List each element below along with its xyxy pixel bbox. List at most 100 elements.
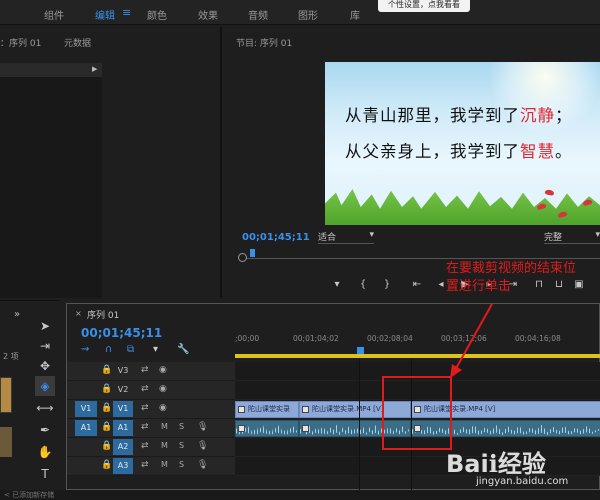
lock-icon[interactable]: 🔒 <box>101 441 112 451</box>
source-patch-a1[interactable]: A1 <box>75 420 97 436</box>
nest-icon[interactable]: ⇝ <box>81 344 89 355</box>
playhead-line[interactable] <box>359 359 360 491</box>
track-header: 🔒 V2 ⇄ ◉ <box>67 381 235 400</box>
video-clip[interactable]: 陀山课堂实录 <box>235 401 299 418</box>
workspace-tab-color[interactable]: 颜色 <box>147 7 167 22</box>
tab-metadata[interactable]: 元数据 <box>64 36 91 49</box>
timeline-timecode[interactable]: 00;01;45;11 <box>81 326 162 340</box>
track-select-icon[interactable]: ⇥ <box>35 336 55 356</box>
fx-badge-icon <box>238 406 245 413</box>
mute-button[interactable]: M <box>161 422 168 431</box>
ripple-edit-icon[interactable]: ✥ <box>35 356 55 376</box>
sync-lock-icon[interactable]: ⇄ <box>141 441 149 451</box>
track-name[interactable]: V1 <box>113 401 133 417</box>
mute-button[interactable]: M <box>161 460 168 469</box>
workspace-tab-effects[interactable]: 效果 <box>198 7 218 22</box>
track-name[interactable]: A3 <box>113 458 133 474</box>
track-name[interactable]: V3 <box>113 363 133 379</box>
add-marker-icon[interactable]: ▾ <box>153 344 158 355</box>
lock-icon[interactable]: 🔒 <box>101 384 112 394</box>
add-marker-icon[interactable]: ▾ <box>328 279 346 290</box>
sync-lock-icon[interactable]: ⇄ <box>141 384 149 394</box>
fx-badge-icon <box>302 425 309 432</box>
hand-tool-icon[interactable]: ✋ <box>35 442 55 462</box>
mute-button[interactable]: M <box>161 441 168 450</box>
annotation-arrow <box>450 303 493 378</box>
workspace-bar: 组件 编辑 ≡ 颜色 效果 音频 图形 库 个性设置，点我看看 <box>0 0 600 25</box>
playhead-marker[interactable] <box>250 249 255 257</box>
timeline-toolbar: ⇝ ∩ ⧉ ▾ 🔧 <box>81 344 201 358</box>
solo-button[interactable]: S <box>179 422 184 431</box>
annotation-text: 在要裁剪视频的结束位置进行单击 <box>446 261 577 294</box>
hamburger-icon[interactable]: ≡ <box>122 6 131 19</box>
sync-lock-icon[interactable]: ⇄ <box>141 365 149 375</box>
program-monitor-title[interactable]: 节目: 序列 01 <box>236 36 292 49</box>
watermark-url: jingyan.baidu.com <box>476 476 569 487</box>
clip-thumbnail[interactable] <box>0 427 12 457</box>
workspace-tab-audio[interactable]: 音频 <box>248 7 268 22</box>
video-frame: 从青山那里，我学到了沉静； 从父亲身上，我学到了智慧。 <box>325 62 600 225</box>
track-a1: A1 🔒 A1 ⇄ M S 🎙 <box>67 419 600 438</box>
tab-sequence[interactable]: 序列 01 <box>87 308 119 321</box>
mark-out-icon[interactable]: } <box>378 279 396 290</box>
sync-lock-icon[interactable]: ⇄ <box>141 422 149 432</box>
mark-in-icon[interactable]: { <box>354 279 372 290</box>
video-text-line-1: 从青山那里，我学到了沉静； <box>345 106 573 125</box>
resolution-dropdown[interactable]: 完整 ▾ <box>544 230 600 244</box>
program-timecode[interactable]: 00;01;45;11 <box>242 232 310 243</box>
clip-thumbnail[interactable] <box>0 377 12 413</box>
collapse-panels-icon[interactable]: » <box>14 309 20 320</box>
pen-tool-icon[interactable]: ✒ <box>35 420 55 440</box>
sync-lock-icon[interactable]: ⇄ <box>141 403 149 413</box>
audio-clip[interactable] <box>235 420 299 437</box>
selection-tool-icon[interactable]: ➤ <box>35 316 55 336</box>
source-header-bar <box>0 63 102 77</box>
workspace-tab-assembly[interactable]: 组件 <box>44 7 64 22</box>
time-ruler[interactable]: ;00;00 00;01;04;02 00;02;08;04 00;03;12;… <box>235 334 600 362</box>
playhead-marker[interactable] <box>357 347 364 354</box>
razor-tool-icon[interactable]: ◈ <box>35 376 55 396</box>
source-panel: ：序列 01 元数据 ▶ <box>0 27 222 298</box>
eye-icon[interactable]: ◉ <box>159 384 167 394</box>
chevron-right-icon[interactable]: ▶ <box>92 65 97 73</box>
ruler-tick: 00;01;04;02 <box>293 334 339 343</box>
annotation-highlight-box <box>382 376 452 450</box>
lock-icon[interactable]: 🔒 <box>101 365 112 375</box>
track-header: 🔒 V3 ⇄ ◉ <box>67 362 235 381</box>
track-name[interactable]: V2 <box>113 382 133 398</box>
eye-icon[interactable]: ◉ <box>159 403 167 413</box>
slip-tool-icon[interactable]: ⟷ <box>35 398 55 418</box>
workspace-tab-libraries[interactable]: 库 <box>350 7 360 22</box>
close-icon[interactable]: × <box>75 309 82 318</box>
lock-icon[interactable]: 🔒 <box>101 460 112 470</box>
grass-decoration <box>325 189 600 225</box>
lock-icon[interactable]: 🔒 <box>101 422 112 432</box>
fit-dropdown[interactable]: 适合 ▾ <box>318 230 374 244</box>
scrubber-track <box>242 258 600 259</box>
eye-icon[interactable]: ◉ <box>159 365 167 375</box>
lock-icon[interactable]: 🔒 <box>101 403 112 413</box>
type-tool-icon[interactable]: T <box>35 464 55 484</box>
snap-icon[interactable]: ∩ <box>105 344 112 355</box>
solo-button[interactable]: S <box>179 460 184 469</box>
go-to-in-icon[interactable]: ⇤ <box>408 279 426 290</box>
tab-source[interactable]: ：序列 01 <box>0 36 41 49</box>
linked-selection-icon[interactable]: ⧉ <box>127 344 134 355</box>
work-area-bar[interactable] <box>235 354 600 358</box>
scrubber-knob[interactable] <box>238 253 247 262</box>
workspace-tab-editing[interactable]: 编辑 <box>95 7 115 22</box>
butterfly-icon <box>544 189 555 196</box>
microphone-icon[interactable]: 🎙 <box>197 441 208 451</box>
sync-lock-icon[interactable]: ⇄ <box>141 460 149 470</box>
ruler-tick: 00;02;08;04 <box>367 334 413 343</box>
track-name[interactable]: A2 <box>113 439 133 455</box>
track-name[interactable]: A1 <box>113 420 133 436</box>
microphone-icon[interactable]: 🎙 <box>197 422 208 432</box>
track-v2: 🔒 V2 ⇄ ◉ <box>67 381 600 400</box>
source-patch-v1[interactable]: V1 <box>75 401 97 417</box>
microphone-icon[interactable]: 🎙 <box>197 460 208 470</box>
solo-button[interactable]: S <box>179 441 184 450</box>
wrench-icon[interactable]: 🔧 <box>177 344 189 355</box>
video-text-line-2: 从父亲身上，我学到了智慧。 <box>345 142 573 161</box>
workspace-tab-graphics[interactable]: 图形 <box>298 7 318 22</box>
